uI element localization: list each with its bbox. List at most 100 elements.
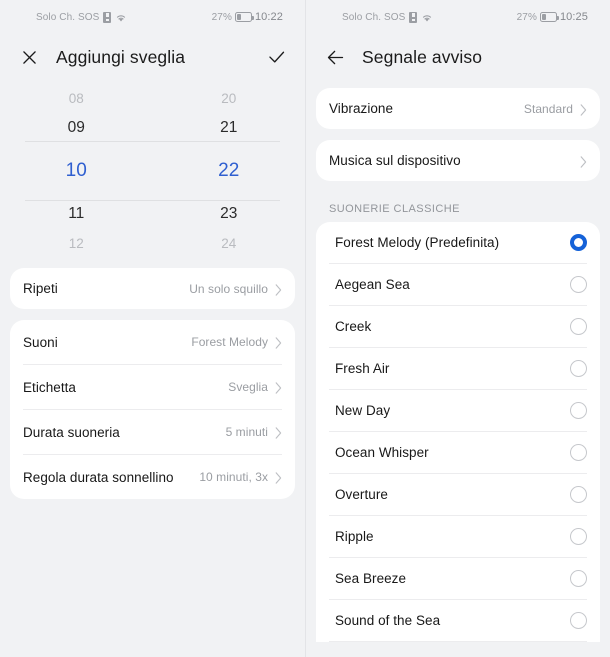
- row-value: Un solo squillo: [189, 281, 268, 296]
- ringtone-label: New Day: [335, 403, 391, 418]
- ringtone-label: Ripple: [335, 529, 374, 544]
- radio-button[interactable]: [570, 360, 587, 377]
- status-bar-right: Solo Ch. SOS 27% 10:25: [306, 0, 610, 34]
- row-label: Regola durata sonnellino: [23, 469, 174, 485]
- row-durata-suoneria[interactable]: Durata suoneria 5 minuti: [10, 410, 295, 454]
- battery-icon: [539, 12, 560, 22]
- row-label: Suoni: [23, 334, 58, 350]
- hour-option[interactable]: 08: [0, 84, 153, 113]
- ringtone-label: Ocean Whisper: [335, 445, 429, 460]
- clock-label-left: 10:22: [254, 11, 283, 23]
- list-item[interactable]: Ocean Whisper: [316, 432, 600, 473]
- row-regola-durata-sonnellino[interactable]: Regola durata sonnellino 10 minuti, 3x: [10, 455, 295, 499]
- list-item[interactable]: Forest Melody (Predefinita): [316, 222, 600, 263]
- hour-option[interactable]: 11: [0, 199, 153, 229]
- add-alarm-screen: Solo Ch. SOS 27% 10:22 Aggiungi sveglia: [0, 0, 305, 657]
- radio-button[interactable]: [570, 444, 587, 461]
- ringtone-label: Overture: [335, 487, 388, 502]
- minute-option[interactable]: 21: [153, 113, 306, 143]
- chevron-right-icon: [580, 155, 587, 168]
- row-label: Vibrazione: [329, 101, 394, 116]
- arrow-left-icon[interactable]: [324, 46, 346, 68]
- battery-percent-label: 27%: [516, 11, 537, 23]
- chevron-right-icon: [275, 426, 282, 439]
- hour-option-selected[interactable]: 10: [0, 143, 153, 199]
- radio-button[interactable]: [570, 486, 587, 503]
- radio-button[interactable]: [570, 570, 587, 587]
- time-picker[interactable]: 08 09 10 11 12 20 21 22 23 24: [0, 84, 305, 258]
- list-item[interactable]: Sea Breeze: [316, 558, 600, 599]
- wifi-icon: [421, 12, 433, 23]
- status-bar-right-group: 27% 10:22: [212, 11, 291, 23]
- ringtone-list-card: Forest Melody (Predefinita) Aegean Sea C…: [316, 222, 600, 642]
- minute-option[interactable]: 24: [153, 229, 306, 258]
- alert-sound-screen: Solo Ch. SOS 27% 10:25 Segnale avviso Vi…: [305, 0, 610, 657]
- row-value: 10 minuti, 3x: [199, 470, 268, 484]
- row-label: Ripeti: [23, 281, 58, 296]
- sim-card-icon: [103, 11, 112, 23]
- list-item[interactable]: New Day: [316, 390, 600, 431]
- alarm-options-card: Suoni Forest Melody Etichetta Sveglia Du…: [10, 320, 295, 499]
- chevron-right-icon: [580, 103, 587, 116]
- ringtone-label: Sound of the Sea: [335, 613, 441, 628]
- repeat-card: Ripeti Un solo squillo: [10, 268, 295, 309]
- row-value: Forest Melody: [191, 335, 268, 349]
- minute-option[interactable]: 20: [153, 84, 306, 113]
- carrier-label: Solo Ch. SOS: [342, 11, 406, 23]
- row-vibrazione[interactable]: Vibrazione Standard: [316, 88, 600, 129]
- app-bar-left: Aggiungi sveglia: [0, 34, 305, 80]
- ringtone-label: Forest Melody (Predefinita): [335, 235, 500, 250]
- list-item[interactable]: Ripple: [316, 516, 600, 557]
- row-label: Durata suoneria: [23, 424, 120, 440]
- ringtone-label: Aegean Sea: [335, 277, 410, 292]
- radio-button[interactable]: [570, 528, 587, 545]
- section-header-classic-ringtones: SUONERIE CLASSICHE: [329, 203, 460, 215]
- clock-label-right: 10:25: [559, 11, 588, 23]
- minute-wheel[interactable]: 20 21 22 23 24: [153, 84, 306, 258]
- hour-option[interactable]: 09: [0, 113, 153, 143]
- list-item[interactable]: Overture: [316, 474, 600, 515]
- hour-option[interactable]: 12: [0, 229, 153, 258]
- vibration-card: Vibrazione Standard: [316, 88, 600, 129]
- row-label: Musica sul dispositivo: [329, 153, 461, 168]
- list-item[interactable]: Aegean Sea: [316, 264, 600, 305]
- ringtone-label: Creek: [335, 319, 372, 334]
- sim-card-icon: [409, 11, 418, 23]
- list-item[interactable]: Sound of the Sea: [316, 600, 600, 641]
- page-title: Aggiungi sveglia: [56, 46, 186, 67]
- radio-button-selected[interactable]: [570, 234, 587, 251]
- list-item[interactable]: Creek: [316, 306, 600, 347]
- check-icon[interactable]: [265, 46, 287, 68]
- radio-button[interactable]: [570, 402, 587, 419]
- row-ripeti[interactable]: Ripeti Un solo squillo: [10, 268, 295, 309]
- dual-screenshot: Solo Ch. SOS 27% 10:22 Aggiungi sveglia: [0, 0, 610, 657]
- radio-button[interactable]: [570, 276, 587, 293]
- row-etichetta[interactable]: Etichetta Sveglia: [10, 365, 295, 409]
- carrier-label: Solo Ch. SOS: [36, 11, 100, 23]
- row-musica-sul-dispositivo[interactable]: Musica sul dispositivo: [316, 140, 600, 181]
- row-value: Sveglia: [228, 380, 268, 394]
- status-bar-right-group: 27% 10:25: [517, 11, 596, 23]
- wifi-icon: [115, 12, 127, 23]
- close-icon[interactable]: [18, 46, 40, 68]
- list-item[interactable]: Fresh Air: [316, 348, 600, 389]
- radio-button[interactable]: [570, 318, 587, 335]
- ringtone-label: Sea Breeze: [335, 571, 407, 586]
- hour-wheel[interactable]: 08 09 10 11 12: [0, 84, 153, 258]
- device-music-card: Musica sul dispositivo: [316, 140, 600, 181]
- row-value: Standard: [523, 101, 573, 116]
- page-title: Segnale avviso: [362, 46, 483, 67]
- chevron-right-icon: [275, 471, 282, 484]
- row-divider: [329, 641, 587, 642]
- radio-button[interactable]: [570, 612, 587, 629]
- chevron-right-icon: [275, 336, 282, 349]
- row-value: 5 minuti: [225, 425, 268, 439]
- minute-option-selected[interactable]: 22: [153, 143, 306, 199]
- ringtone-label: Fresh Air: [335, 361, 390, 376]
- chevron-right-icon: [275, 381, 282, 394]
- row-suoni[interactable]: Suoni Forest Melody: [10, 320, 295, 364]
- app-bar-right: Segnale avviso: [306, 34, 610, 80]
- minute-option[interactable]: 23: [153, 199, 306, 229]
- battery-icon: [234, 12, 255, 22]
- row-label: Etichetta: [23, 379, 76, 395]
